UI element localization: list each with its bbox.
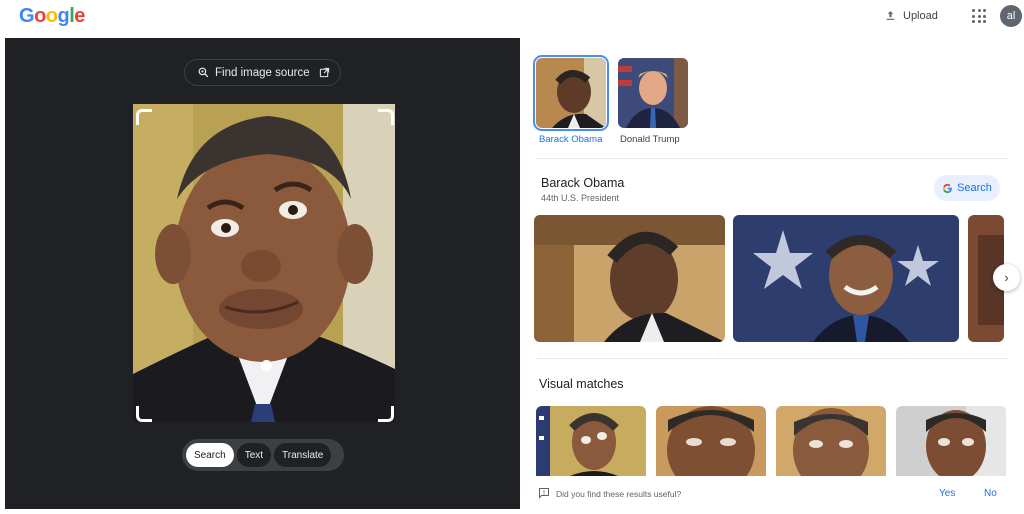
entity-image[interactable] xyxy=(534,215,725,342)
next-arrow-button[interactable]: › xyxy=(993,264,1020,291)
logo-letter: G xyxy=(19,5,35,27)
upload-icon xyxy=(886,11,895,20)
feedback-question: Did you find these results useful? xyxy=(556,489,682,499)
entity-search-button[interactable]: Search xyxy=(934,175,1000,201)
mode-search-button[interactable]: Search xyxy=(186,443,234,467)
feedback-no-button[interactable]: No xyxy=(984,488,997,499)
logo-letter: e xyxy=(74,5,85,27)
person-thumb-donald-trump[interactable] xyxy=(618,58,688,128)
visual-match-item[interactable] xyxy=(776,406,886,476)
logo-letter: o xyxy=(45,5,58,27)
feedback-bar: Did you find these results useful? Yes N… xyxy=(520,478,1024,514)
find-image-source-label: Find image source xyxy=(215,66,310,79)
uploaded-image[interactable] xyxy=(133,104,395,422)
visual-matches-title: Visual matches xyxy=(539,377,624,391)
visual-match-item[interactable] xyxy=(656,406,766,476)
divider xyxy=(536,358,1008,359)
avatar[interactable]: al xyxy=(1000,5,1022,27)
person-label-donald-trump[interactable]: Donald Trump xyxy=(620,134,680,145)
open-external-icon xyxy=(319,67,330,78)
entity-title: Barack Obama xyxy=(541,176,625,190)
upload-label: Upload xyxy=(903,9,938,22)
upload-button[interactable]: Upload xyxy=(884,9,938,22)
logo-letter: g xyxy=(57,5,70,27)
lens-panel: Find image source Search Text Translate xyxy=(5,38,520,509)
crop-handle-bottom-left[interactable] xyxy=(136,406,152,422)
mode-translate-button[interactable]: Translate xyxy=(274,443,332,467)
person-thumb-barack-obama[interactable] xyxy=(533,55,609,131)
google-logo[interactable]: Google xyxy=(19,5,85,28)
person-label-barack-obama[interactable]: Barack Obama xyxy=(539,134,602,145)
divider xyxy=(536,158,1008,159)
logo-letter: o xyxy=(34,5,46,27)
visual-match-item[interactable] xyxy=(896,406,1006,476)
chevron-right-icon: › xyxy=(1004,270,1009,285)
find-image-source-button[interactable]: Find image source xyxy=(184,59,341,86)
apps-grid-icon[interactable] xyxy=(972,9,986,23)
crop-handle-bottom-right[interactable] xyxy=(378,406,394,422)
lens-mode-switch: Search Text Translate xyxy=(182,439,344,471)
mode-text-button[interactable]: Text xyxy=(236,443,272,467)
entity-search-label: Search xyxy=(957,182,992,194)
crop-handle-top-right[interactable] xyxy=(378,109,394,125)
feedback-yes-button[interactable]: Yes xyxy=(939,488,955,499)
entity-description: 44th U.S. President xyxy=(541,193,620,203)
object-dot[interactable] xyxy=(261,360,272,371)
visual-match-item[interactable] xyxy=(536,406,646,476)
feedback-icon xyxy=(539,488,549,499)
results-panel: Barack Obama Donald Trump Barack Obama 4… xyxy=(520,38,1024,514)
crop-handle-top-left[interactable] xyxy=(136,109,152,125)
lens-search-icon xyxy=(198,67,209,78)
google-g-icon xyxy=(942,183,952,193)
entity-image[interactable] xyxy=(733,215,959,342)
top-bar: Google Upload al xyxy=(0,0,1024,38)
